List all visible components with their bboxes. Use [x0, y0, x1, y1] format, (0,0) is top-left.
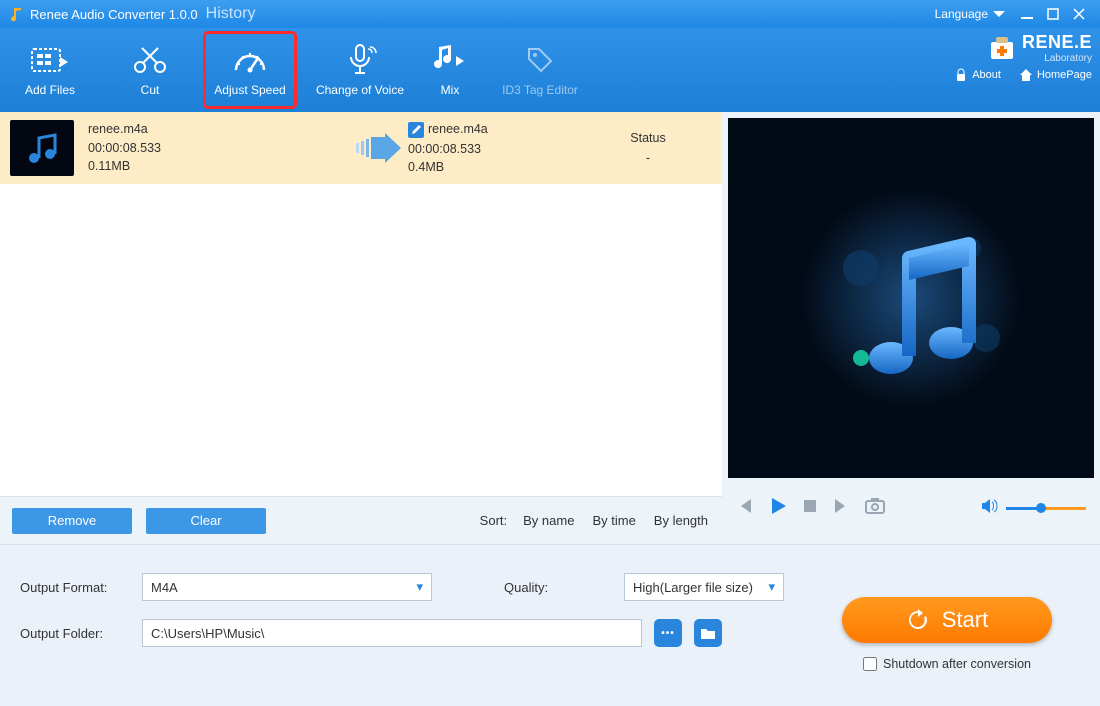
cut-button[interactable]: Cut: [100, 28, 200, 112]
sort-by-time[interactable]: By time: [590, 513, 637, 528]
history-link[interactable]: History: [206, 5, 256, 23]
next-button[interactable]: [832, 497, 850, 520]
sort-by-name[interactable]: By name: [521, 513, 576, 528]
app-icon: [8, 6, 24, 22]
output-format-label: Output Format:: [20, 580, 130, 595]
shutdown-label: Shutdown after conversion: [883, 657, 1031, 671]
preview-screen: [728, 118, 1094, 478]
output-folder-label: Output Folder:: [20, 626, 130, 641]
sort-by-length[interactable]: By length: [652, 513, 710, 528]
adjust-speed-label: Adjust Speed: [214, 83, 285, 97]
mix-icon: [434, 43, 466, 77]
start-button[interactable]: Start: [842, 597, 1052, 643]
start-label: Start: [942, 607, 988, 633]
output-format-value: M4A: [151, 580, 178, 595]
clear-button[interactable]: Clear: [146, 508, 266, 534]
dst-filename: renee.m4a: [428, 122, 488, 136]
shutdown-checkbox[interactable]: [863, 657, 877, 671]
edit-icon[interactable]: [408, 122, 424, 138]
add-files-label: Add Files: [25, 83, 75, 97]
src-filename: renee.m4a: [88, 122, 348, 136]
volume-slider[interactable]: [1006, 507, 1086, 510]
remove-button[interactable]: Remove: [12, 508, 132, 534]
stop-button[interactable]: [802, 498, 818, 519]
close-button[interactable]: [1066, 4, 1092, 24]
status-label: Status: [588, 131, 708, 145]
shutdown-checkbox-row[interactable]: Shutdown after conversion: [863, 657, 1031, 671]
id3-editor-button[interactable]: ID3 Tag Editor: [480, 28, 600, 112]
src-size: 0.11MB: [88, 159, 348, 173]
language-label: Language: [935, 7, 988, 21]
play-button[interactable]: [768, 496, 788, 521]
lock-icon: [954, 68, 968, 82]
brand-block: RENE.E Laboratory About HomePage: [954, 32, 1092, 82]
about-link[interactable]: About: [954, 68, 1001, 82]
brand-name: RENE.E: [1022, 32, 1092, 53]
home-icon: [1019, 68, 1033, 82]
scissors-icon: [132, 43, 168, 77]
quality-value: High(Larger file size): [633, 580, 753, 595]
language-dropdown[interactable]: Language: [935, 7, 1006, 21]
src-duration: 00:00:08.533: [88, 141, 348, 155]
adjust-speed-button[interactable]: Adjust Speed: [200, 28, 300, 112]
status-value: -: [588, 151, 708, 165]
speedometer-icon: [232, 43, 268, 77]
mix-button[interactable]: Mix: [420, 28, 480, 112]
output-folder-input[interactable]: C:\Users\HP\Music\: [142, 619, 642, 647]
quality-label: Quality:: [504, 580, 614, 595]
output-folder-value: C:\Users\HP\Music\: [151, 626, 264, 641]
output-format-dropdown[interactable]: M4A ▾: [142, 573, 432, 601]
change-voice-label: Change of Voice: [316, 83, 404, 97]
chevron-down-icon: ▾: [768, 579, 775, 595]
more-button[interactable]: •••: [654, 619, 682, 647]
dst-duration: 00:00:08.533: [408, 142, 588, 156]
microphone-icon: [342, 43, 378, 77]
file-list-empty: [0, 184, 722, 496]
change-voice-button[interactable]: Change of Voice: [300, 28, 420, 112]
file-thumbnail: [10, 120, 74, 176]
add-files-button[interactable]: Add Files: [0, 28, 100, 112]
brand-sub: Laboratory: [1022, 53, 1092, 64]
refresh-icon: [906, 608, 930, 632]
sort-label: Sort:: [480, 513, 507, 528]
medkit-icon: [988, 34, 1016, 62]
chevron-down-icon: ▾: [416, 579, 423, 595]
id3-label: ID3 Tag Editor: [502, 83, 578, 97]
maximize-button[interactable]: [1040, 4, 1066, 24]
open-folder-button[interactable]: [694, 619, 722, 647]
minimize-button[interactable]: [1014, 4, 1040, 24]
app-title: Renee Audio Converter 1.0.0: [30, 7, 198, 22]
mix-label: Mix: [441, 83, 460, 97]
prev-button[interactable]: [736, 497, 754, 520]
dst-size: 0.4MB: [408, 160, 588, 174]
homepage-link[interactable]: HomePage: [1019, 68, 1092, 82]
file-row[interactable]: renee.m4a 00:00:08.533 0.11MB renee.m4a …: [0, 112, 722, 184]
cut-label: Cut: [141, 83, 160, 97]
add-files-icon: [30, 43, 70, 77]
snapshot-button[interactable]: [864, 497, 886, 520]
tag-icon: [525, 43, 555, 77]
arrow-icon: [348, 133, 408, 163]
quality-dropdown[interactable]: High(Larger file size) ▾: [624, 573, 784, 601]
volume-icon[interactable]: [980, 498, 998, 519]
